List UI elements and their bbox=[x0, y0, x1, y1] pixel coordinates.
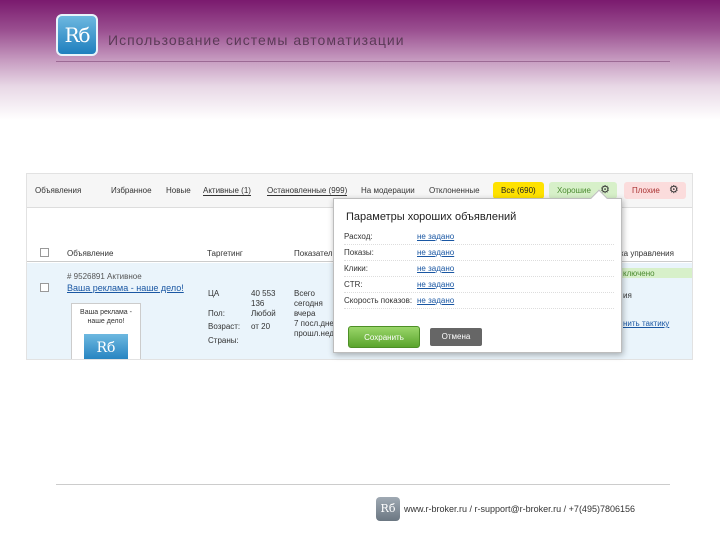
targeting-value: от 20 bbox=[251, 322, 271, 331]
param-row-spend: Расход: не задано bbox=[344, 229, 614, 245]
param-value-link[interactable]: не задано bbox=[417, 280, 454, 289]
thumbnail-caption: Ваша реклама - наше дело! bbox=[80, 309, 132, 325]
column-header-stats[interactable]: Показател bbox=[294, 249, 333, 258]
param-value-link[interactable]: не задано bbox=[417, 232, 454, 241]
ad-id: # 9526891 Активное bbox=[67, 272, 142, 281]
tab-favorites[interactable]: Избранное bbox=[111, 186, 152, 195]
rb-logo: Rб bbox=[56, 14, 98, 56]
slide-title: Использование системы автоматизации bbox=[108, 32, 405, 48]
manage-text: ия bbox=[623, 291, 632, 300]
param-label: Расход: bbox=[344, 232, 373, 241]
footer-contacts: www.r-broker.ru / r-support@r-broker.ru … bbox=[404, 504, 635, 514]
select-all-checkbox[interactable] bbox=[40, 248, 49, 257]
tab-rejected[interactable]: Отклоненные bbox=[429, 186, 480, 195]
ad-thumbnail: Ваша реклама - наше дело! Rб bbox=[71, 303, 141, 359]
status-text: ключено bbox=[623, 269, 655, 278]
popup-title: Параметры хороших объявлений bbox=[346, 211, 517, 223]
ad-title-link[interactable]: Ваша реклама - наше дело! bbox=[67, 283, 184, 294]
param-row-impressions: Показы: не задано bbox=[344, 245, 614, 261]
tab-bad-label: Плохие bbox=[632, 186, 660, 195]
thumbnail-logo: Rб bbox=[84, 334, 128, 359]
param-row-ctr: CTR: не задано bbox=[344, 277, 614, 293]
column-header-manage[interactable]: ка управления bbox=[620, 249, 674, 258]
param-label: CTR: bbox=[344, 280, 363, 289]
good-ads-params-popup: Параметры хороших объявлений Расход: не … bbox=[333, 189, 622, 353]
change-tactic-link[interactable]: нить тактику bbox=[623, 318, 669, 329]
param-value-link[interactable]: не задано bbox=[417, 248, 454, 257]
cancel-button[interactable]: Отмена bbox=[430, 328, 482, 346]
row-checkbox[interactable] bbox=[40, 283, 49, 292]
title-divider bbox=[56, 61, 670, 62]
footer-logo: Rб bbox=[376, 497, 400, 521]
tab-moderation[interactable]: На модерации bbox=[361, 186, 415, 195]
param-label: Скорость показов: bbox=[344, 296, 413, 305]
targeting-label: ЦА bbox=[208, 289, 220, 298]
column-header-targeting[interactable]: Таргетинг bbox=[207, 249, 243, 258]
column-header-ad[interactable]: Объявление bbox=[67, 249, 113, 258]
tab-ads[interactable]: Объявления bbox=[35, 186, 81, 195]
tab-all[interactable]: Все (690) bbox=[493, 182, 544, 199]
param-row-speed: Скорость показов: не задано bbox=[344, 293, 614, 309]
tab-new[interactable]: Новые bbox=[166, 186, 191, 195]
tab-good-label: Хорошие bbox=[557, 186, 591, 195]
tab-stopped[interactable]: Остановленные (999) bbox=[267, 186, 348, 196]
targeting-label: Пол: bbox=[208, 309, 225, 318]
param-label: Показы: bbox=[344, 248, 374, 257]
param-label: Клики: bbox=[344, 264, 368, 273]
param-value-link[interactable]: не задано bbox=[417, 264, 454, 273]
stats-line: прошл.нед bbox=[294, 329, 334, 338]
gear-icon[interactable]: ⚙ bbox=[669, 182, 679, 199]
save-button[interactable]: Сохранить bbox=[348, 326, 420, 348]
footer-divider bbox=[56, 484, 670, 485]
tab-active[interactable]: Активные (1) bbox=[203, 186, 251, 196]
tab-bad[interactable]: Плохие ⚙ bbox=[624, 182, 686, 199]
param-row-clicks: Клики: не задано bbox=[344, 261, 614, 277]
targeting-label: Страны: bbox=[208, 336, 239, 345]
param-value-link[interactable]: не задано bbox=[417, 296, 454, 305]
slide-header bbox=[0, 0, 720, 120]
targeting-value: Любой bbox=[251, 309, 276, 318]
targeting-label: Возраст: bbox=[208, 322, 241, 331]
